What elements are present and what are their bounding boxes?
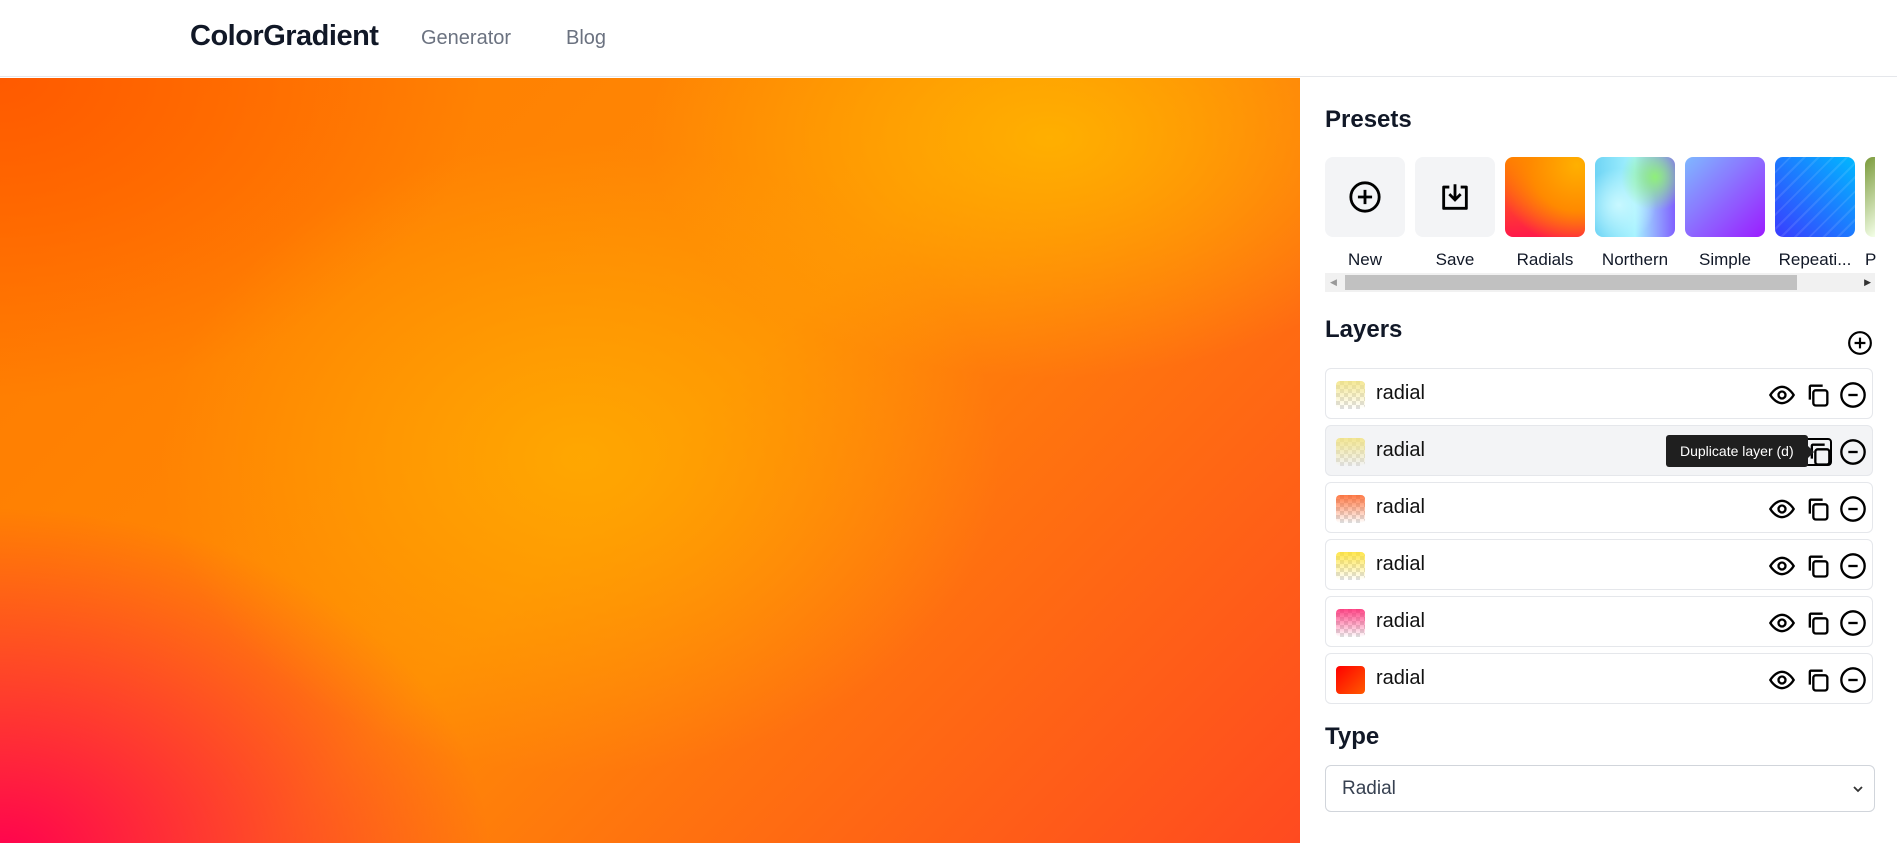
- layer-label: radial: [1376, 553, 1425, 575]
- scrollbar-thumb[interactable]: [1345, 275, 1797, 290]
- preset-new[interactable]: [1325, 157, 1405, 237]
- eye-icon[interactable]: [1768, 609, 1796, 637]
- preset-label: Simple: [1699, 250, 1751, 269]
- preset-save[interactable]: [1415, 157, 1495, 237]
- remove-icon[interactable]: [1839, 609, 1867, 637]
- layer-label: radial: [1376, 382, 1425, 404]
- nav-generator[interactable]: Generator: [421, 27, 511, 50]
- presets-title: Presets: [1325, 106, 1412, 133]
- remove-icon[interactable]: [1839, 666, 1867, 694]
- layer-swatch: [1336, 609, 1365, 637]
- eye-icon[interactable]: [1768, 666, 1796, 694]
- layer-swatch: [1336, 666, 1365, 694]
- preset-label: Save: [1435, 250, 1475, 269]
- duplicate-icon[interactable]: [1804, 666, 1832, 694]
- preset-radials[interactable]: [1505, 157, 1585, 237]
- preset-p[interactable]: [1865, 157, 1875, 237]
- preset-label: Northern: [1601, 250, 1669, 269]
- layer-row[interactable]: radial Duplicate layer (d): [1325, 425, 1873, 476]
- logo[interactable]: ColorGradient: [190, 20, 379, 53]
- layer-label: radial: [1376, 496, 1425, 518]
- remove-icon[interactable]: [1839, 552, 1867, 580]
- type-select[interactable]: Radial: [1325, 765, 1875, 812]
- scroll-left-icon[interactable]: ◀: [1330, 277, 1337, 288]
- eye-icon[interactable]: [1768, 381, 1796, 409]
- layer-swatch: [1336, 495, 1365, 523]
- layer-swatch: [1336, 381, 1365, 409]
- scroll-right-icon[interactable]: ▶: [1864, 277, 1871, 288]
- preset-label: New: [1347, 250, 1382, 269]
- layer-swatch: [1336, 438, 1365, 466]
- layer-row[interactable]: radial: [1325, 539, 1873, 590]
- layer-label: radial: [1376, 667, 1425, 689]
- gradient-preview: [0, 78, 1300, 843]
- layer-row[interactable]: radial: [1325, 653, 1873, 704]
- save-download-icon: [1442, 184, 1468, 210]
- eye-icon[interactable]: [1768, 552, 1796, 580]
- layers-title: Layers: [1325, 316, 1403, 343]
- preset-label: P: [1865, 250, 1877, 269]
- layer-row[interactable]: radial: [1325, 596, 1873, 647]
- preset-simple[interactable]: [1685, 157, 1765, 237]
- tooltip: Duplicate layer (d): [1666, 435, 1814, 467]
- plus-circle-icon: [1349, 181, 1381, 213]
- remove-icon[interactable]: [1839, 495, 1867, 523]
- duplicate-icon[interactable]: [1804, 609, 1832, 637]
- layer-swatch: [1336, 552, 1365, 580]
- preset-repeati[interactable]: [1775, 157, 1855, 237]
- preset-northern[interactable]: [1595, 157, 1675, 237]
- eye-icon[interactable]: [1768, 495, 1796, 523]
- duplicate-icon[interactable]: [1804, 381, 1832, 409]
- chevron-down-icon: [1853, 786, 1863, 793]
- type-select-value: Radial: [1342, 778, 1396, 799]
- nav-blog[interactable]: Blog: [566, 27, 606, 50]
- remove-icon[interactable]: [1839, 381, 1867, 409]
- preset-label: Repeati...: [1778, 250, 1852, 269]
- preset-label: Radials: [1516, 250, 1574, 269]
- add-layer-icon[interactable]: [1847, 330, 1873, 356]
- remove-icon[interactable]: [1839, 438, 1867, 466]
- presets-scrollbar[interactable]: ◀ ▶: [1325, 273, 1875, 292]
- layer-row[interactable]: radial: [1325, 368, 1873, 419]
- type-title: Type: [1325, 723, 1380, 750]
- duplicate-icon[interactable]: [1804, 495, 1832, 523]
- duplicate-icon[interactable]: [1804, 552, 1832, 580]
- sidebar: Presets New Save Radials Northern Simple Repe…: [1300, 78, 1897, 843]
- layer-row[interactable]: radial: [1325, 482, 1873, 533]
- header: ColorGradient Generator Blog: [0, 0, 1897, 77]
- layer-label: radial: [1376, 610, 1425, 632]
- layer-label: radial: [1376, 439, 1425, 461]
